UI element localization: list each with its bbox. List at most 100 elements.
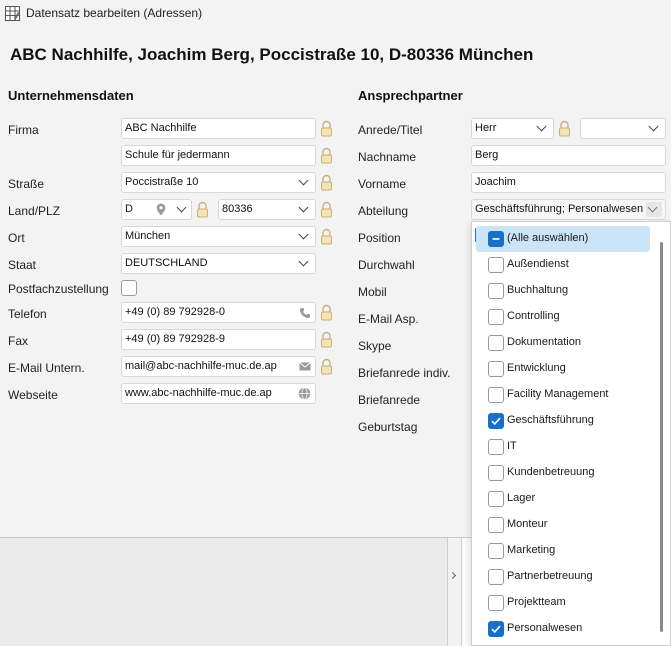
ort-combobox[interactable]: München [121,226,316,247]
strasse-combobox[interactable]: Poccistraße 10 [121,172,316,193]
plz-combobox[interactable]: 80336 [218,199,316,220]
fax-field[interactable]: +49 (0) 89 792928-9 [121,329,316,350]
position-label: Position [358,231,401,245]
vorname-field[interactable]: Joachim [471,172,666,193]
envelope-icon[interactable] [299,362,311,371]
option-checkbox[interactable] [488,231,504,247]
option-checkbox[interactable] [488,413,504,429]
lock-icon[interactable] [196,201,209,218]
dropdown-option[interactable]: (Alle auswählen) [476,226,650,252]
dropdown-option[interactable]: Lager [472,486,654,512]
option-checkbox[interactable] [488,335,504,351]
nachname-label: Nachname [358,150,417,164]
postfach-label: Postfachzustellung [8,282,109,296]
option-label: (Alle auswählen) [507,232,589,244]
fax-label: Fax [8,334,29,348]
dropdown-option[interactable]: Personalwesen [472,616,654,642]
option-label: Kundenbetreuung [507,466,595,478]
lock-icon[interactable] [558,120,571,137]
email-asp-label: E-Mail Asp. [358,312,419,326]
titel-combobox[interactable] [580,118,666,139]
option-label: Facility Management [507,388,609,400]
option-checkbox[interactable] [488,361,504,377]
briefanrede-label: Briefanrede [358,393,421,407]
dropdown-option[interactable]: Entwicklung [472,356,654,382]
window-title: Datensatz bearbeiten (Adressen) [26,6,203,20]
dropdown-option[interactable]: Kundenbetreuung [472,460,654,486]
lock-icon[interactable] [320,304,333,321]
option-checkbox[interactable] [488,439,504,455]
webseite-label: Webseite [8,388,58,402]
contact-section-title: Ansprechpartner [358,88,463,103]
telefon-field[interactable]: +49 (0) 89 792928-0 [121,302,316,323]
vorname-label: Vorname [358,177,407,191]
option-label: Monteur [507,518,548,530]
chevron-down-icon [298,202,309,213]
option-checkbox[interactable] [488,465,504,481]
abteilung-combobox[interactable]: Geschäftsführung; Personalwesen [471,199,666,220]
ort-label: Ort [8,231,25,245]
chevron-right-icon[interactable] [448,571,457,580]
option-checkbox[interactable] [488,387,504,403]
option-label: IT [507,440,517,452]
dropdown-option[interactable]: IT [472,434,654,460]
dropdown-option[interactable]: Marketing [472,538,654,564]
title-bar: Datensatz bearbeiten (Adressen) [0,0,671,26]
option-checkbox[interactable] [488,569,504,585]
land-combobox[interactable]: D [121,199,192,220]
dropdown-option[interactable]: Außendienst [472,252,654,278]
lock-icon[interactable] [320,201,333,218]
staat-combobox[interactable]: DEUTSCHLAND [121,253,316,274]
abteilung-label: Abteilung [358,204,409,218]
durchwahl-label: Durchwahl [358,258,415,272]
email-untern-field[interactable]: mail@abc-nachhilfe-muc.de.ap [121,356,316,377]
lock-icon[interactable] [320,228,333,245]
chevron-down-icon [298,175,309,186]
firma-label: Firma [8,123,39,137]
lock-icon[interactable] [320,174,333,191]
scrollbar[interactable] [660,242,663,632]
lock-icon[interactable] [320,120,333,137]
postfach-checkbox[interactable] [121,280,137,296]
option-checkbox[interactable] [488,543,504,559]
firma2-field[interactable]: Schule für jedermann [121,145,316,166]
lock-icon[interactable] [320,331,333,348]
anrede-combobox[interactable]: Herr [471,118,554,139]
dropdown-option[interactable]: Facility Management [472,382,654,408]
globe-icon[interactable] [298,387,311,400]
firma-field[interactable]: ABC Nachhilfe [121,118,316,139]
lock-icon[interactable] [320,358,333,375]
lock-icon[interactable] [320,147,333,164]
option-checkbox[interactable] [488,595,504,611]
checkmark-icon [491,417,501,426]
abteilung-dropdown-list: (Alle auswählen) Außendienst Buchhaltung Co… [471,221,671,646]
record-title: ABC Nachhilfe, Joachim Berg, Poccistraße… [10,45,534,64]
company-section-title: Unternehmensdaten [8,88,134,103]
chevron-down-icon [298,229,309,240]
dropdown-option[interactable]: Monteur [472,512,654,538]
chevron-down-icon [298,256,309,267]
option-checkbox[interactable] [488,491,504,507]
mobil-label: Mobil [358,285,387,299]
option-checkbox[interactable] [488,309,504,325]
panel-splitter[interactable] [447,538,462,646]
option-checkbox[interactable] [488,621,504,637]
dropdown-option[interactable]: Buchhaltung [472,278,654,304]
dropdown-option[interactable]: Partnerbetreuung [472,564,654,590]
nachname-field[interactable]: Berg [471,145,666,166]
option-checkbox[interactable] [488,283,504,299]
option-label: Marketing [507,544,556,556]
dropdown-option[interactable]: Projektteam [472,590,654,616]
dropdown-option[interactable]: Controlling [472,304,654,330]
land-plz-label: Land/PLZ [8,204,61,218]
webseite-field[interactable]: www.abc-nachhilfe-muc.de.ap [121,383,316,404]
dropdown-option[interactable]: Dokumentation [472,330,654,356]
option-checkbox[interactable] [488,257,504,273]
option-label: Lager [507,492,536,504]
phone-icon[interactable] [299,307,311,319]
skype-label: Skype [358,339,392,353]
option-checkbox[interactable] [488,517,504,533]
strasse-label: Straße [8,177,45,191]
indeterminate-icon [492,238,500,240]
dropdown-option[interactable]: Geschäftsführung [472,408,654,434]
